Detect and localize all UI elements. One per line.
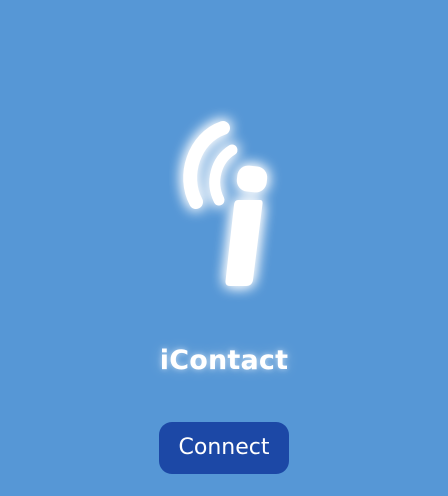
app-logo <box>164 104 284 304</box>
wireless-i-icon <box>183 121 268 286</box>
app-title: iContact <box>159 345 289 376</box>
connect-button[interactable]: Connect <box>159 422 289 474</box>
